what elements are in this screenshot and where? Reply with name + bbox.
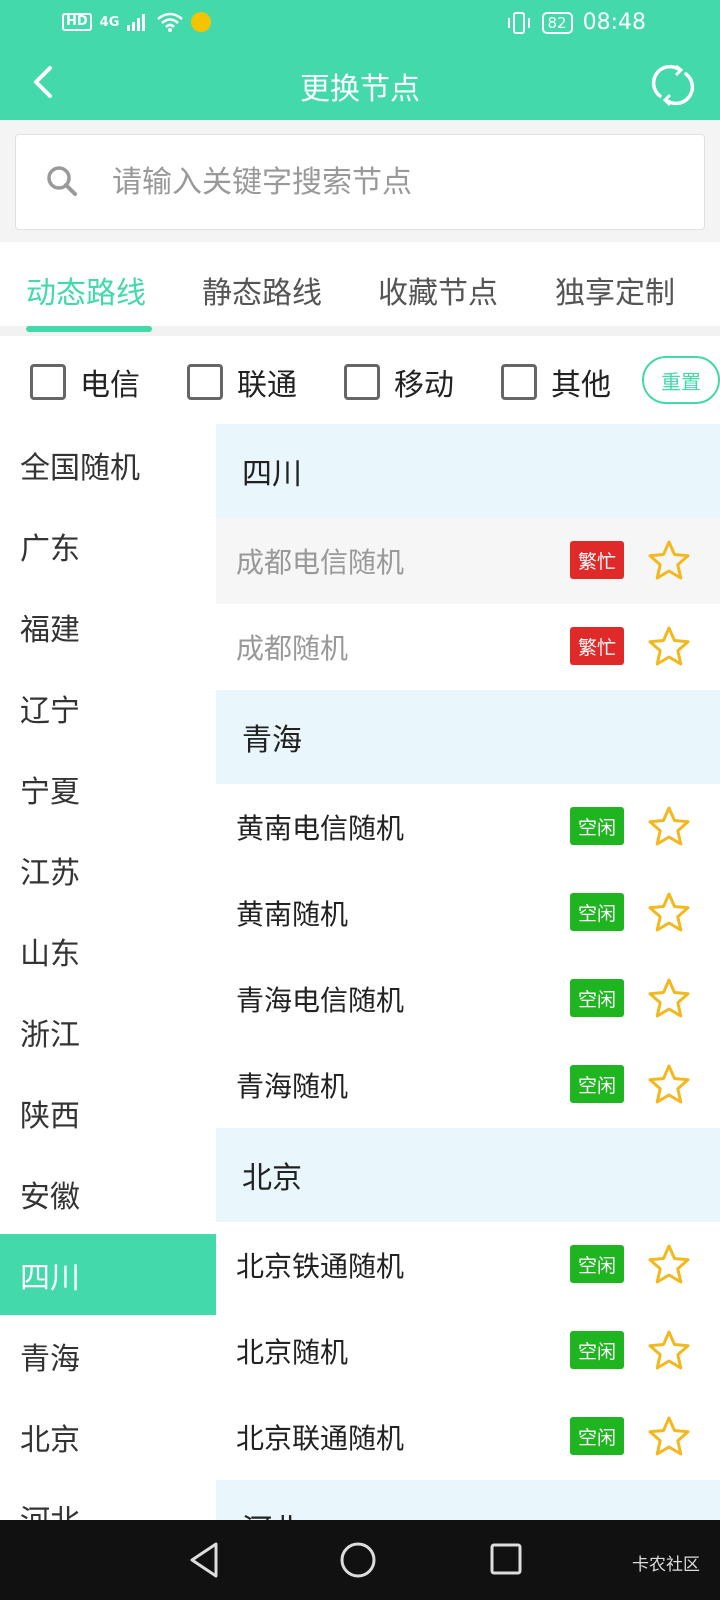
- filter-label: 电信: [80, 368, 140, 403]
- search-area: [0, 120, 720, 242]
- region-group-header: 北京: [216, 1128, 720, 1222]
- filter-unicom[interactable]: 联通: [187, 360, 297, 404]
- checkbox[interactable]: [344, 364, 380, 400]
- status-badge: 空闲: [570, 1417, 624, 1455]
- sidebar-item-region[interactable]: 全国随机: [0, 424, 216, 505]
- region-group-header: 四川: [216, 424, 720, 518]
- sidebar-item-region[interactable]: 辽宁: [0, 667, 216, 748]
- hd-indicator: HD: [62, 13, 92, 31]
- sidebar-item-region[interactable]: 安徽: [0, 1153, 216, 1234]
- clock: 08:48: [582, 10, 646, 35]
- battery-icon: 82: [541, 11, 573, 34]
- favorite-star-icon[interactable]: [646, 1062, 692, 1108]
- node-name: 北京铁通随机: [236, 1250, 405, 1283]
- carrier-filters: 电信 联通 移动 其他 重置: [0, 336, 720, 424]
- node-row[interactable]: 黄南电信随机 空闲: [216, 784, 720, 870]
- sidebar-item-region[interactable]: 浙江: [0, 991, 216, 1072]
- refresh-icon[interactable]: [650, 62, 696, 108]
- favorite-star-icon[interactable]: [646, 1328, 692, 1374]
- sidebar-item-region[interactable]: 陕西: [0, 1072, 216, 1153]
- node-name: 青海电信随机: [236, 984, 405, 1017]
- nav-back-icon[interactable]: [186, 1540, 222, 1580]
- filter-label: 其他: [551, 368, 611, 403]
- search-icon: [47, 166, 77, 196]
- status-badge: 空闲: [570, 807, 624, 845]
- node-name: 北京随机: [236, 1336, 349, 1369]
- checkbox[interactable]: [187, 364, 223, 400]
- sidebar-item-region[interactable]: 江苏: [0, 829, 216, 910]
- route-tabs: 动态路线 静态路线 收藏节点 独享定制: [0, 242, 720, 336]
- sidebar-item-region[interactable]: 山东: [0, 910, 216, 991]
- signal-bars-icon: [127, 14, 146, 31]
- filter-label: 移动: [394, 368, 454, 403]
- status-badge: 空闲: [570, 1245, 624, 1283]
- sidebar-item-region[interactable]: 宁夏: [0, 748, 216, 829]
- region-group-header: 青海: [216, 690, 720, 784]
- node-row[interactable]: 北京铁通随机 空闲: [216, 1222, 720, 1308]
- node-list: 四川 成都电信随机 繁忙 成都随机 繁忙 青海 黄南电信随机 空闲 黄南随机 空闲 青海电信随机 空闲…: [216, 424, 720, 1520]
- favorite-star-icon[interactable]: [646, 624, 692, 670]
- filter-mobile[interactable]: 移动: [344, 360, 454, 404]
- filter-other[interactable]: 其他: [501, 360, 611, 404]
- node-name: 黄南电信随机: [236, 812, 405, 845]
- tab-exclusive-custom[interactable]: 独享定制: [555, 268, 675, 312]
- status-badge: 空闲: [570, 979, 624, 1017]
- system-nav-bar: 卡农社区: [0, 1520, 720, 1600]
- filter-telecom[interactable]: 电信: [30, 360, 140, 404]
- node-row[interactable]: 成都电信随机 繁忙: [216, 518, 720, 604]
- reset-button[interactable]: 重置: [642, 356, 720, 404]
- favorite-star-icon[interactable]: [646, 804, 692, 850]
- sidebar-item-region[interactable]: 福建: [0, 586, 216, 667]
- vibrate-icon: [507, 11, 530, 34]
- status-badge: 繁忙: [570, 627, 624, 665]
- node-name: 北京联通随机: [236, 1422, 405, 1455]
- filter-label: 联通: [237, 368, 297, 403]
- node-name: 黄南随机: [236, 898, 349, 931]
- favorite-star-icon[interactable]: [646, 976, 692, 1022]
- tab-static-routes[interactable]: 静态路线: [202, 268, 322, 312]
- node-row[interactable]: 北京联通随机 空闲: [216, 1394, 720, 1480]
- app-header: HD 4G 82 08:48 更换节点: [0, 0, 720, 120]
- search-box[interactable]: [15, 134, 705, 230]
- status-bar: HD 4G 82 08:48: [0, 0, 720, 48]
- favorite-star-icon[interactable]: [646, 538, 692, 584]
- nav-bar: 更换节点: [0, 48, 720, 120]
- node-row[interactable]: 青海电信随机 空闲: [216, 956, 720, 1042]
- node-row[interactable]: 成都随机 繁忙: [216, 604, 720, 690]
- tab-favorite-nodes[interactable]: 收藏节点: [378, 268, 498, 312]
- signal-icon: 4G: [99, 14, 120, 30]
- nav-recent-apps-icon[interactable]: [488, 1540, 524, 1580]
- region-group-header: 河北: [216, 1480, 720, 1520]
- nav-home-icon[interactable]: [338, 1540, 378, 1580]
- search-input[interactable]: [112, 157, 672, 207]
- active-tab-indicator: [26, 326, 152, 332]
- checkbox[interactable]: [501, 364, 537, 400]
- region-sidebar: 全国随机广东福建辽宁宁夏江苏山东浙江陕西安徽四川青海北京河北: [0, 424, 216, 1520]
- sidebar-item-region[interactable]: 青海: [0, 1315, 216, 1396]
- sidebar-item-region[interactable]: 河北: [0, 1477, 216, 1521]
- sidebar-item-region[interactable]: 广东: [0, 505, 216, 586]
- node-row[interactable]: 北京随机 空闲: [216, 1308, 720, 1394]
- watermark: 卡农社区: [632, 1555, 700, 1575]
- status-badge: 空闲: [570, 893, 624, 931]
- node-name: 成都电信随机: [236, 546, 405, 579]
- favorite-star-icon[interactable]: [646, 1414, 692, 1460]
- node-name: 青海随机: [236, 1070, 349, 1103]
- tab-dynamic-routes[interactable]: 动态路线: [26, 268, 146, 312]
- wifi-icon: [157, 12, 184, 32]
- status-badge: 空闲: [570, 1065, 624, 1103]
- status-badge: 空闲: [570, 1331, 624, 1369]
- favorite-star-icon[interactable]: [646, 1242, 692, 1288]
- sidebar-item-region[interactable]: 北京: [0, 1396, 216, 1477]
- node-row[interactable]: 黄南随机 空闲: [216, 870, 720, 956]
- page-title: 更换节点: [300, 72, 420, 107]
- favorite-star-icon[interactable]: [646, 890, 692, 936]
- sidebar-item-region[interactable]: 四川: [0, 1234, 216, 1315]
- status-badge: 繁忙: [570, 541, 624, 579]
- checkbox[interactable]: [30, 364, 66, 400]
- node-name: 成都随机: [236, 632, 349, 665]
- node-row[interactable]: 青海随机 空闲: [216, 1042, 720, 1128]
- app-notification-icon: [191, 12, 212, 32]
